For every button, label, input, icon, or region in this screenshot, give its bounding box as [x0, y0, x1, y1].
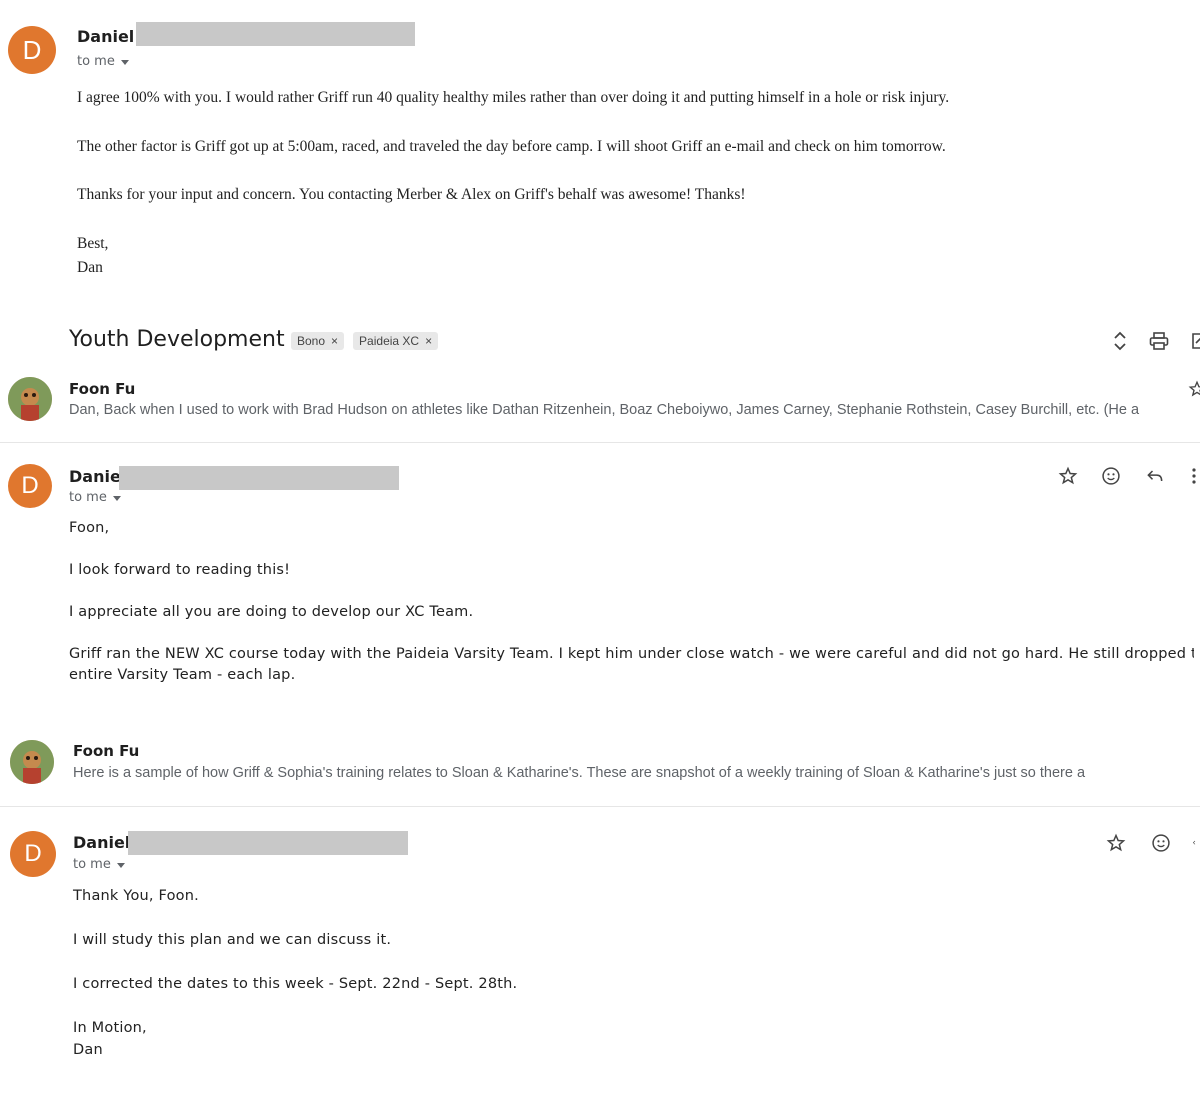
redacted-email [119, 466, 399, 490]
recipient-dropdown[interactable]: to me [69, 490, 121, 505]
open-new-window-icon[interactable] [1186, 330, 1200, 352]
sender-avatar: D [8, 464, 52, 508]
recipient-label: to me [69, 490, 107, 505]
message-paragraph: The other factor is Griff got up at 5:00… [77, 138, 946, 155]
chevron-down-icon [116, 863, 125, 868]
remove-label-icon[interactable]: × [331, 334, 338, 348]
message-paragraph: Thanks for your input and concern. You c… [77, 186, 746, 203]
emoji-reaction-icon[interactable] [1150, 832, 1172, 854]
message-paragraph: I corrected the dates to this week - Sep… [73, 976, 518, 992]
sender-name: Daniel [69, 467, 127, 486]
message-snippet[interactable]: Dan, Back when I used to work with Brad … [69, 402, 1139, 418]
avatar-photo [10, 740, 54, 784]
message-paragraph: I look forward to reading this! [69, 562, 291, 578]
sender-name: Foon Fu [69, 380, 136, 398]
redacted-email [128, 831, 408, 855]
message-signature: Dan [73, 1042, 103, 1058]
avatar-photo [8, 377, 52, 421]
message-paragraph: I agree 100% with you. I would rather Gr… [77, 89, 950, 106]
star-icon[interactable] [1105, 832, 1127, 854]
thread-labels: Bono × Paideia XC × [291, 332, 439, 350]
thread-subject: Youth Development [69, 327, 285, 352]
chevron-down-icon [120, 60, 129, 65]
sender-name: Daniel [73, 833, 131, 852]
reply-icon[interactable] [1192, 832, 1200, 854]
divider [0, 806, 1200, 807]
chevron-down-icon [112, 496, 121, 501]
recipient-dropdown[interactable]: to me [73, 857, 125, 872]
label-chip-bono[interactable]: Bono × [291, 332, 345, 350]
divider [0, 442, 1200, 443]
more-options-icon[interactable] [1188, 465, 1200, 487]
label-text: Paideia XC [359, 334, 420, 348]
message-paragraph: entire Varsity Team - each lap. [69, 667, 296, 683]
message-paragraph: I appreciate all you are doing to develo… [69, 604, 474, 620]
recipient-label: to me [77, 54, 115, 69]
sender-avatar: D [10, 831, 56, 877]
redacted-email [136, 22, 415, 46]
label-chip-paideia-xc[interactable]: Paideia XC × [353, 332, 439, 350]
star-icon[interactable] [1057, 465, 1079, 487]
emoji-reaction-icon[interactable] [1100, 465, 1122, 487]
expand-collapse-icon[interactable] [1109, 330, 1131, 352]
sender-avatar: D [8, 26, 56, 74]
label-text: Bono [297, 334, 326, 348]
message-paragraph: I will study this plan and we can discus… [73, 932, 392, 948]
message-closing: In Motion, [73, 1020, 147, 1036]
recipient-label: to me [73, 857, 111, 872]
sender-name: Foon Fu [73, 742, 140, 760]
sender-name: Daniel [77, 27, 135, 46]
message-paragraph: Griff ran the NEW XC course today with t… [69, 646, 1194, 662]
star-icon[interactable] [1186, 378, 1200, 400]
remove-label-icon[interactable]: × [425, 334, 432, 348]
recipient-dropdown[interactable]: to me [77, 54, 129, 69]
message-closing: Best, [77, 235, 109, 252]
message-paragraph: Thank You, Foon. [73, 888, 199, 904]
message-snippet[interactable]: Here is a sample of how Griff & Sophia's… [73, 765, 1085, 781]
print-icon[interactable] [1148, 330, 1170, 352]
message-signature: Dan [77, 259, 103, 276]
reply-icon[interactable] [1144, 465, 1166, 487]
message-greeting: Foon, [69, 520, 110, 536]
